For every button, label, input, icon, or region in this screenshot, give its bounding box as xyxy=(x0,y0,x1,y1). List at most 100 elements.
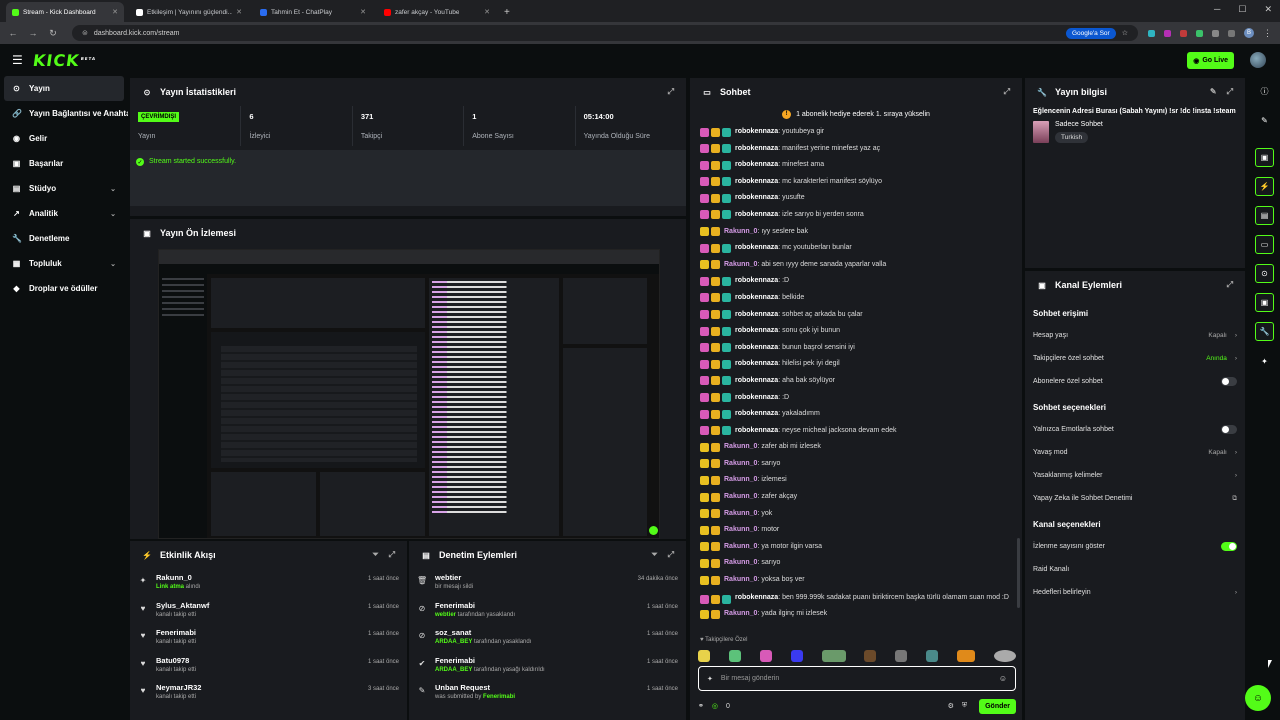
chat-username[interactable]: robokennaza xyxy=(735,161,778,168)
tab-close-icon[interactable]: ✕ xyxy=(236,8,242,16)
chat-message[interactable]: robokennaza: sohbet aç arkada bu çalar xyxy=(690,307,1024,324)
sidebar-item[interactable]: ⊙ Yayın xyxy=(4,76,124,101)
account-age-row[interactable]: Hesap yaşı Kapalı › xyxy=(1025,324,1245,347)
chat-username[interactable]: Rakunn_0 xyxy=(724,228,757,235)
settings-icon[interactable]: ⚙ xyxy=(948,702,954,710)
sidebar-item[interactable]: 🔗 Yayın Bağlantısı ve Anahtarı xyxy=(0,101,128,126)
users-icon[interactable]: ⚭ xyxy=(698,702,704,710)
info-icon[interactable]: ⓘ xyxy=(1255,82,1274,101)
chat-message[interactable]: robokennaza: hilelisi pek iyi degil xyxy=(690,356,1024,373)
google-ask-button[interactable]: Google'a Sor xyxy=(1065,27,1116,39)
list-item[interactable]: ✔ Fenerimabi ARDAA_BEY tarafından yasağı k… xyxy=(409,652,686,680)
extension-icon[interactable] xyxy=(1148,29,1155,37)
user-avatar[interactable] xyxy=(1250,52,1266,68)
emote[interactable] xyxy=(993,650,1016,662)
browser-tab[interactable]: zafer akçay - YouTube ✕ xyxy=(378,2,496,22)
forward-icon[interactable]: → xyxy=(28,28,38,38)
chat-username[interactable]: Rakunn_0 xyxy=(724,476,757,483)
chat-scrollbar[interactable] xyxy=(1017,538,1020,608)
sidebar-item[interactable]: ↗ Analitik ⌄ xyxy=(0,201,128,226)
tab-close-icon[interactable]: ✕ xyxy=(112,8,118,16)
menu-dots-icon[interactable]: ⋮ xyxy=(1263,28,1272,39)
chat-message[interactable]: Rakunn_0: motor xyxy=(690,522,1024,539)
list-item[interactable]: ♥ Fenerimabi kanalı takip etti 1 saat önce xyxy=(130,624,407,652)
chat-username[interactable]: robokennaza xyxy=(735,377,778,384)
widget-info-icon[interactable]: 🔧 xyxy=(1255,322,1274,341)
widget-activity-icon[interactable]: ⚡ xyxy=(1255,177,1274,196)
chat-message[interactable]: Rakunn_0: sarıyo xyxy=(690,456,1024,473)
chat-username[interactable]: robokennaza xyxy=(735,194,778,201)
emote[interactable] xyxy=(759,650,772,662)
expand-icon[interactable]: ⤢ xyxy=(389,550,395,560)
expand-icon[interactable]: ⤢ xyxy=(1227,280,1233,290)
chat-message[interactable]: robokennaza: neyse micheal jacksona deva… xyxy=(690,423,1024,440)
chat-username[interactable]: robokennaza xyxy=(735,145,778,152)
chat-username[interactable]: robokennaza xyxy=(735,360,778,367)
widget-chat-icon[interactable]: ▭ xyxy=(1255,235,1274,254)
extension-icon[interactable] xyxy=(1180,29,1187,37)
expand-icon[interactable]: ⤢ xyxy=(1004,87,1010,97)
chat-message[interactable]: Rakunn_0: ıyy seslere bak xyxy=(690,224,1024,241)
chat-username[interactable]: robokennaza xyxy=(735,327,778,334)
emote[interactable] xyxy=(926,650,939,662)
chat-message[interactable]: robokennaza: aha bak söylüyor xyxy=(690,373,1024,390)
widget-preview-icon[interactable]: ⊙ xyxy=(1255,264,1274,283)
filter-icon[interactable]: ⏷ xyxy=(651,550,657,560)
chat-username[interactable]: Rakunn_0 xyxy=(724,493,757,500)
points-icon[interactable]: ◎ xyxy=(712,702,718,710)
chat-username[interactable]: robokennaza xyxy=(735,311,778,318)
chat-message[interactable]: robokennaza: izle sarıyo bi yerden sonra xyxy=(690,207,1024,224)
emote[interactable] xyxy=(821,650,846,662)
raid-channel-row[interactable]: Raid Kanalı xyxy=(1025,558,1245,581)
maximize-icon[interactable]: ☐ xyxy=(1238,4,1246,15)
set-goals-row[interactable]: Hedefleri belirleyin › xyxy=(1025,581,1245,604)
emote[interactable] xyxy=(895,650,908,662)
chat-message[interactable]: Rakunn_0: zafer abi mi izlesek xyxy=(690,439,1024,456)
chat-username[interactable]: Rakunn_0 xyxy=(724,610,757,617)
chat-message[interactable]: robokennaza: sonu çok iyi bunun xyxy=(690,323,1024,340)
minimize-icon[interactable]: ─ xyxy=(1214,4,1220,15)
subs-only-toggle[interactable] xyxy=(1221,377,1237,386)
chat-message[interactable]: robokennaza: yakaladımm xyxy=(690,406,1024,423)
chat-username[interactable]: robokennaza xyxy=(735,594,778,601)
chat-message[interactable]: Rakunn_0: yok xyxy=(690,506,1024,523)
widget-actions-icon[interactable]: ▣ xyxy=(1255,293,1274,312)
chat-username[interactable]: robokennaza xyxy=(735,344,778,351)
reload-icon[interactable]: ↻ xyxy=(48,28,58,39)
chat-message[interactable]: robokennaza: minefest ama xyxy=(690,157,1024,174)
chat-message[interactable]: robokennaza: :D xyxy=(690,390,1024,407)
go-live-button[interactable]: ◉ Go Live xyxy=(1187,52,1234,69)
url-field[interactable]: ⊜ dashboard.kick.com/stream Google'a Sor… xyxy=(72,25,1138,41)
bookmark-star-icon[interactable]: ☆ xyxy=(1122,29,1128,37)
banned-words-row[interactable]: Yasaklanmış kelimeler › xyxy=(1025,464,1245,487)
list-item[interactable]: ✎ Unban Request was submitted by Fenerimab… xyxy=(409,679,686,707)
puzzle-icon[interactable] xyxy=(1212,29,1219,37)
chat-message[interactable]: Rakunn_0: izlemesi xyxy=(690,472,1024,489)
back-icon[interactable]: ← xyxy=(8,28,18,38)
emote[interactable] xyxy=(957,650,975,662)
ai-moderation-row[interactable]: Yapay Zeka ile Sohbet Denetimi ⧉ xyxy=(1025,487,1245,510)
list-item[interactable]: ♥ NeymarJR32 kanalı takip etti 3 saat önce xyxy=(130,679,407,707)
chat-messages[interactable]: robokennaza: youtubeya gir robokennaza: m… xyxy=(690,124,1024,634)
chat-message[interactable]: Rakunn_0: yoksa boş ver xyxy=(690,572,1024,589)
show-viewers-toggle[interactable] xyxy=(1221,542,1237,551)
edit-icon[interactable]: ✎ xyxy=(1210,87,1217,97)
expand-icon[interactable]: ⤢ xyxy=(1227,87,1233,97)
chat-input[interactable]: ✦ Bir mesaj gönderin ☺ xyxy=(698,666,1016,691)
filter-icon[interactable]: ⏷ xyxy=(372,550,378,560)
chat-message[interactable]: Rakunn_0: zafer akçay xyxy=(690,489,1024,506)
site-info-icon[interactable]: ⊜ xyxy=(82,29,88,37)
emote[interactable] xyxy=(790,650,803,662)
chat-message[interactable]: Rakunn_0: sarıyo xyxy=(690,555,1024,572)
chat-message[interactable]: robokennaza: mc youtuberları bunlar xyxy=(690,240,1024,257)
sidebar-item[interactable]: ◉ Gelir xyxy=(0,126,128,151)
sidebar-item[interactable]: 🔧 Denetleme xyxy=(0,226,128,251)
edit-icon[interactable]: ✎ xyxy=(1255,111,1274,130)
chat-username[interactable]: robokennaza xyxy=(735,394,778,401)
list-item[interactable]: 🗑 webtier bir mesajı sildi 34 dakika önce xyxy=(409,569,686,597)
browser-tab[interactable]: Tahmin Et - ChatPlay ✕ xyxy=(254,2,372,22)
browser-tab[interactable]: Stream - Kick Dashboard ✕ xyxy=(6,2,124,22)
expand-icon[interactable]: ⤢ xyxy=(668,87,674,97)
sparkle-icon[interactable]: ✦ xyxy=(707,675,713,683)
sidepanel-icon[interactable] xyxy=(1228,29,1235,37)
